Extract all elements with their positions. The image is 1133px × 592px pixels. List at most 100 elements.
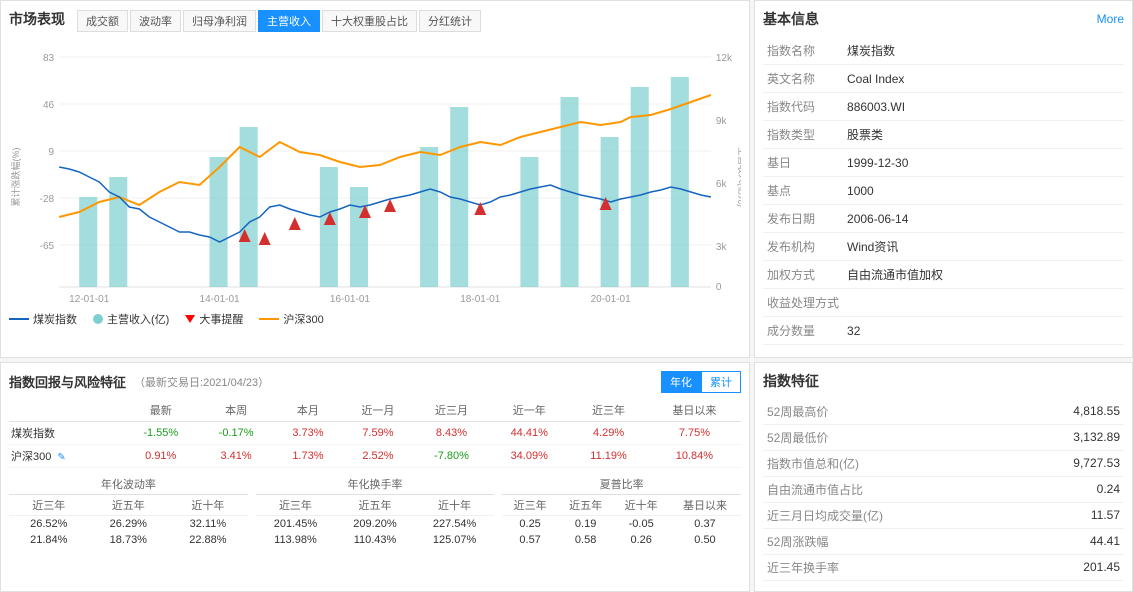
turn-coal-5y: 209.20% — [335, 515, 415, 532]
volatility-title: 年化波动率 — [9, 474, 248, 495]
sharpe-section: 夏普比率 近三年 近五年 近十年 基日以来 0.2 — [502, 474, 741, 548]
return-header: 指数回报与风险特征 （最新交易日:2021/04/23） 年化 累计 — [9, 371, 741, 393]
hs300-week: 3.41% — [198, 444, 273, 467]
feature-label-total-cap: 指数市值总和(亿) — [763, 450, 1013, 476]
info-row-baseday: 基日 1999-12-30 — [763, 149, 1124, 177]
col-header-label — [9, 399, 123, 422]
info-label-puborg: 发布机构 — [763, 233, 843, 261]
col-header-week: 本周 — [198, 399, 273, 422]
tab-bar: 成交额 波动率 归母净利润 主营收入 十大权重股占比 分红统计 — [77, 10, 481, 32]
divider1 — [248, 474, 256, 548]
info-value-code: 886003.WI — [843, 93, 1124, 121]
vol-col-10y: 近十年 — [168, 495, 248, 516]
vol-row-hs300: 21.84% 18.73% 22.88% — [9, 532, 248, 548]
legend-hs300: 沪深300 — [259, 311, 323, 327]
chart-area: 83 46 9 -28 -65 累计涨跌幅(%) 12k 9k 6k 3k 0 — [9, 37, 741, 307]
coal-latest: -1.55% — [123, 421, 198, 444]
legend-revenue-label: 主营收入(亿) — [107, 311, 169, 327]
info-value-return — [843, 289, 1124, 317]
feature-title: 指数特征 — [763, 371, 1124, 391]
vol-col-3y: 近三年 — [9, 495, 89, 516]
feature-row-52w-change: 52周涨跌幅 44.41 — [763, 528, 1124, 554]
hs300-latest: 0.91% — [123, 444, 198, 467]
tab-fenhong[interactable]: 分红统计 — [419, 10, 481, 32]
volatility-section: 年化波动率 近三年 近五年 近十年 26.52% — [9, 474, 248, 548]
return-row-coal: 煤炭指数 -1.55% -0.17% 3.73% 7.59% 8.43% 44.… — [9, 421, 741, 444]
info-row-basepoint: 基点 1000 — [763, 177, 1124, 205]
feature-label-low: 52周最低价 — [763, 424, 1013, 450]
tab-guimu[interactable]: 归母净利润 — [183, 10, 256, 32]
tab-shida[interactable]: 十大权重股占比 — [322, 10, 417, 32]
basic-info-header: 基本信息 More — [763, 9, 1124, 29]
info-value-type: 股票类 — [843, 121, 1124, 149]
feature-panel: 指数特征 52周最高价 4,818.55 52周最低价 3,132.89 指数市… — [754, 362, 1133, 592]
basic-info-table: 指数名称 煤炭指数 英文名称 Coal Index 指数代码 886003.WI… — [763, 37, 1124, 345]
more-link[interactable]: More — [1097, 12, 1124, 26]
svg-text:-28: -28 — [40, 194, 55, 205]
chart-legend: 煤炭指数 主营收入(亿) 大事提醒 沪深300 — [9, 311, 741, 327]
svg-text:0: 0 — [716, 282, 722, 293]
info-value-count: 32 — [843, 317, 1124, 345]
turn-coal-10y: 227.54% — [415, 515, 495, 532]
coal-3m: 8.43% — [414, 421, 489, 444]
svg-text:9k: 9k — [716, 116, 728, 127]
col-header-3y: 近三年 — [569, 399, 648, 422]
info-row-english: 英文名称 Coal Index — [763, 65, 1124, 93]
info-label-english: 英文名称 — [763, 65, 843, 93]
hs300-month: 1.73% — [274, 444, 342, 467]
info-value-weight: 自由流通市值加权 — [843, 261, 1124, 289]
turn-row-hs300: 113.98% 110.43% 125.07% — [256, 532, 495, 548]
sharpe-table: 近三年 近五年 近十年 基日以来 0.25 0.19 -0.05 — [502, 495, 741, 548]
sharpe-coal-base: 0.37 — [669, 515, 741, 532]
coal-3y: 4.29% — [569, 421, 648, 444]
coal-1m: 7.59% — [342, 421, 414, 444]
coal-week: -0.17% — [198, 421, 273, 444]
return-table: 最新 本周 本月 近一月 近三月 近一年 近三年 基日以来 煤炭指数 -1.55… — [9, 399, 741, 468]
toggle-cumulative[interactable]: 累计 — [701, 371, 741, 393]
svg-text:83: 83 — [43, 53, 55, 64]
info-label-baseday: 基日 — [763, 149, 843, 177]
toggle-annualized[interactable]: 年化 — [661, 371, 701, 393]
sharpe-coal-3y: 0.25 — [502, 515, 558, 532]
feature-value-3y-turnover: 201.45 — [1013, 554, 1124, 580]
info-row-puborg: 发布机构 Wind资讯 — [763, 233, 1124, 261]
feature-table: 52周最高价 4,818.55 52周最低价 3,132.89 指数市值总和(亿… — [763, 399, 1124, 581]
turnover-table: 近三年 近五年 近十年 201.45% 209.20% 227.54% — [256, 495, 495, 548]
info-row-code: 指数代码 886003.WI — [763, 93, 1124, 121]
main-container: 市场表现 成交额 波动率 归母净利润 主营收入 十大权重股占比 分红统计 — [0, 0, 1133, 592]
legend-event-triangle — [185, 315, 195, 323]
svg-text:累计涨跌幅(%): 累计涨跌幅(%) — [10, 148, 21, 207]
feature-value-free-float: 0.24 — [1013, 476, 1124, 502]
tab-bodonglu[interactable]: 波动率 — [130, 10, 181, 32]
svg-text:14-01-01: 14-01-01 — [200, 294, 241, 305]
feature-value-total-cap: 9,727.53 — [1013, 450, 1124, 476]
tab-chengjiaoe[interactable]: 成交额 — [77, 10, 128, 32]
hs300-3m: -7.80% — [414, 444, 489, 467]
market-panel: 市场表现 成交额 波动率 归母净利润 主营收入 十大权重股占比 分红统计 — [0, 0, 750, 358]
sharpe-hs300-3y: 0.57 — [502, 532, 558, 548]
sharpe-title: 夏普比率 — [502, 474, 741, 495]
info-value-baseday: 1999-12-30 — [843, 149, 1124, 177]
info-label-count: 成分数量 — [763, 317, 843, 345]
svg-text:6k: 6k — [716, 179, 728, 190]
legend-revenue: 主营收入(亿) — [93, 311, 169, 327]
legend-coal-line — [9, 318, 29, 320]
legend-hs300-label: 沪深300 — [283, 311, 323, 327]
sharpe-col-base: 基日以来 — [669, 495, 741, 516]
turn-col-10y: 近十年 — [415, 495, 495, 516]
turnover-title: 年化换手率 — [256, 474, 495, 495]
col-header-1m: 近一月 — [342, 399, 414, 422]
svg-text:-65: -65 — [40, 241, 55, 252]
tab-zhuyingshouru[interactable]: 主营收入 — [258, 10, 320, 32]
svg-text:12k: 12k — [716, 53, 733, 64]
feature-value-52w-change: 44.41 — [1013, 528, 1124, 554]
coal-month: 3.73% — [274, 421, 342, 444]
legend-event-label: 大事提醒 — [199, 311, 243, 327]
feature-label-free-float: 自由流通市值占比 — [763, 476, 1013, 502]
legend-revenue-circle — [93, 314, 103, 324]
sub-tables: 年化波动率 近三年 近五年 近十年 26.52% — [9, 474, 741, 548]
vol-header: 近三年 近五年 近十年 — [9, 495, 248, 516]
edit-icon[interactable]: ✎ — [57, 452, 65, 463]
return-table-header: 最新 本周 本月 近一月 近三月 近一年 近三年 基日以来 — [9, 399, 741, 422]
volatility-table: 近三年 近五年 近十年 26.52% 26.29% 32.11% — [9, 495, 248, 548]
